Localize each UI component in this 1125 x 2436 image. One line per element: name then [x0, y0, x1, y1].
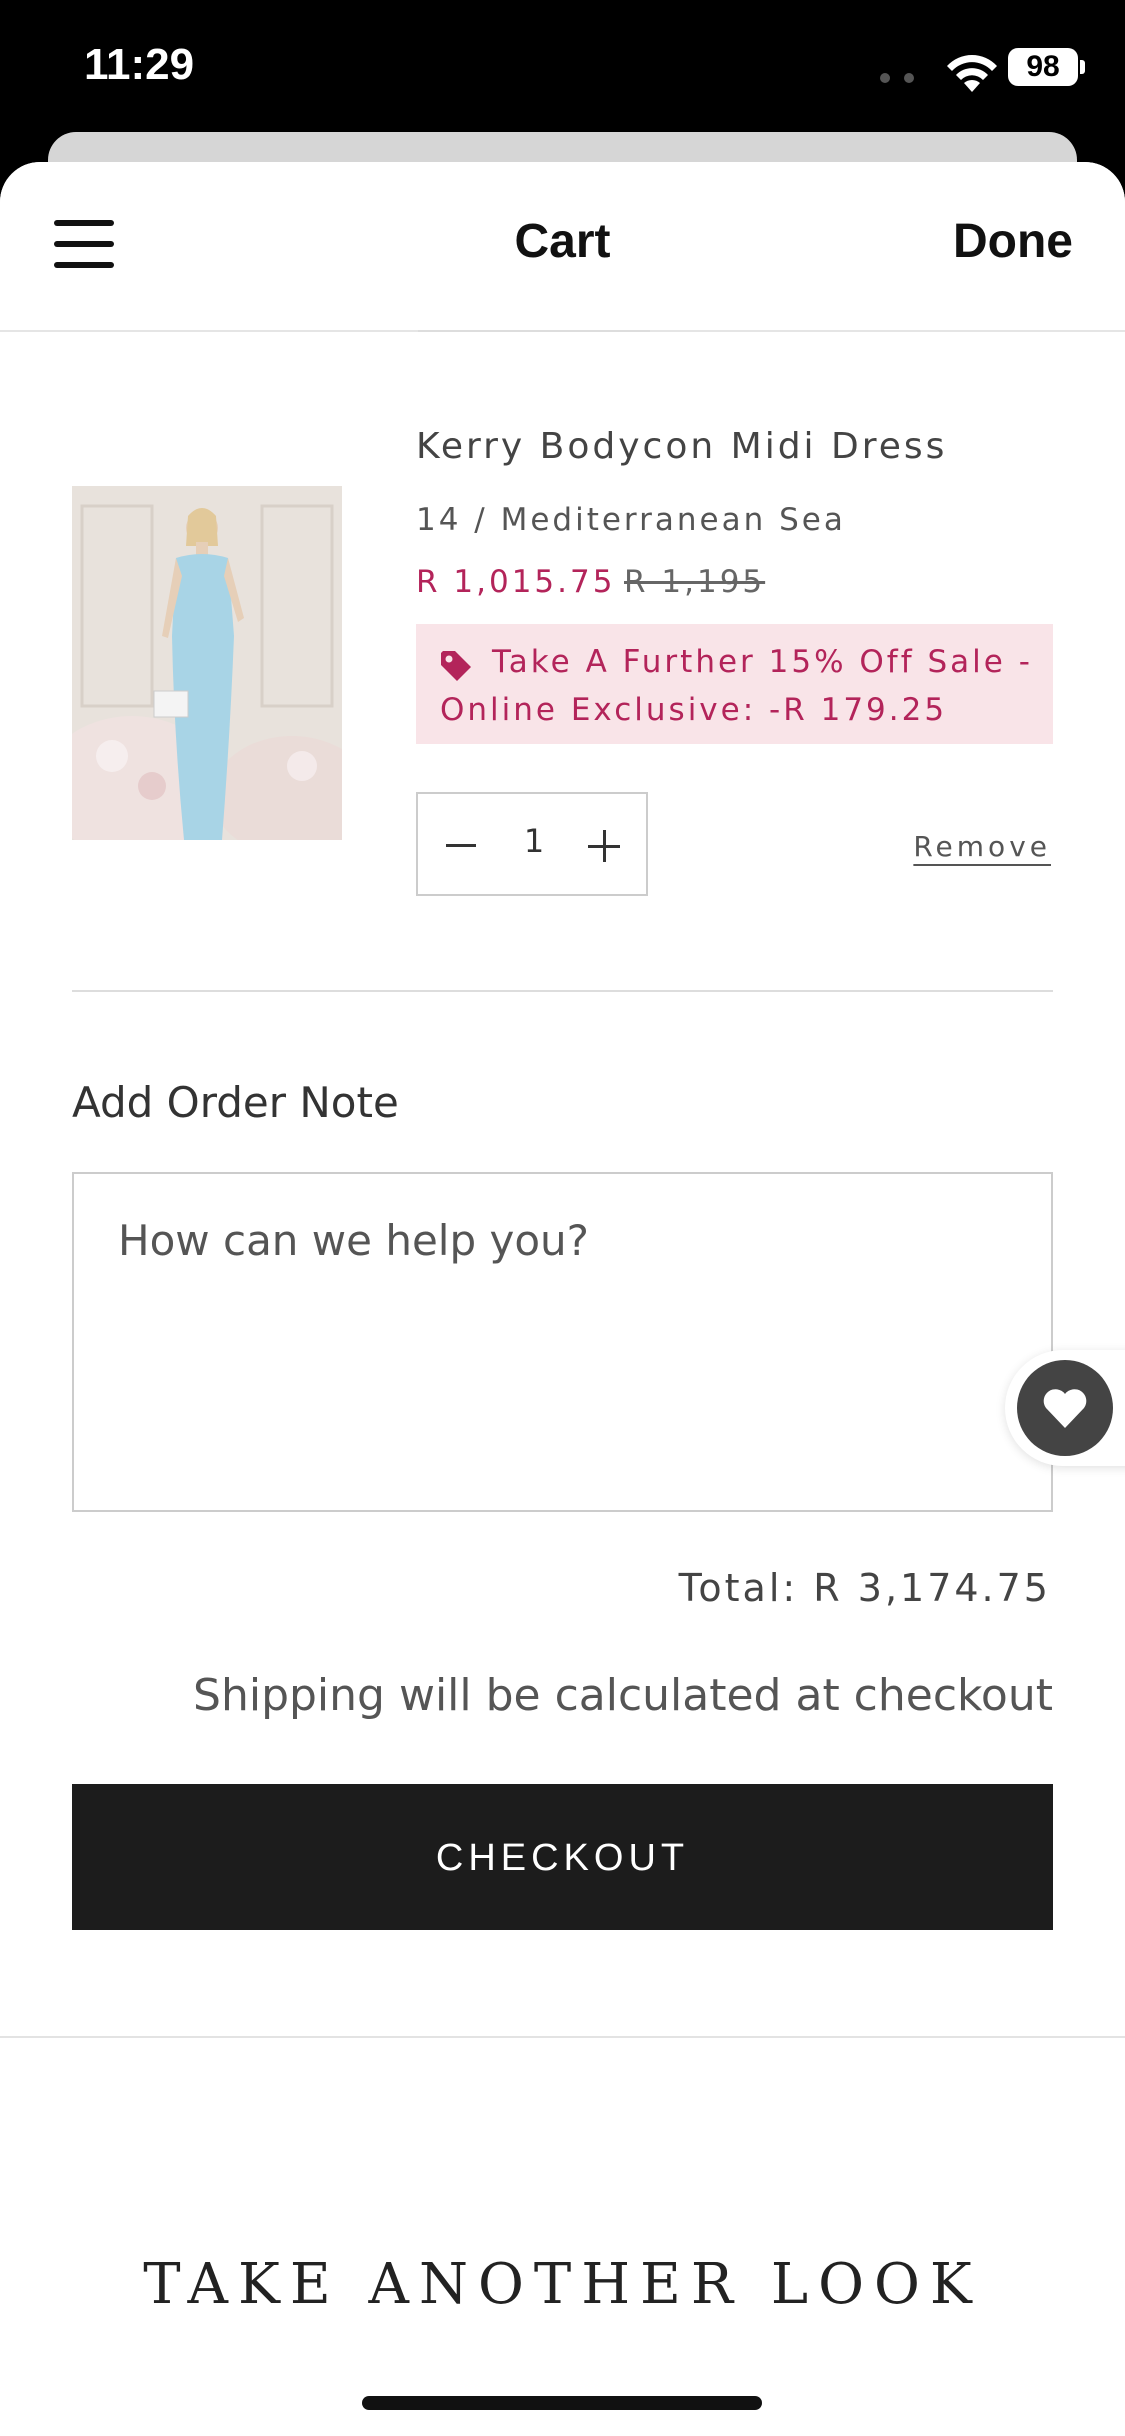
- heart-icon: [1043, 1389, 1087, 1428]
- checkout-button[interactable]: CHECKOUT: [72, 1784, 1053, 1930]
- product-variant: 14 / Mediterranean Sea: [416, 502, 846, 538]
- signal-icon: [880, 68, 928, 87]
- original-price: R 1,195: [624, 564, 766, 600]
- battery-nub: [1080, 60, 1085, 74]
- order-note-field[interactable]: How can we help you?: [72, 1172, 1053, 1512]
- cart-header: Cart Done: [0, 162, 1125, 332]
- shipping-note: Shipping will be calculated at checkout: [193, 1670, 1053, 1721]
- quantity-stepper: 1: [416, 792, 648, 896]
- done-button[interactable]: Done: [953, 214, 1073, 269]
- plus-icon[interactable]: [588, 830, 620, 862]
- status-time: 11:29: [84, 40, 195, 89]
- cart-total: Total: R 3,174.75: [678, 1566, 1051, 1610]
- product-image[interactable]: [72, 486, 342, 840]
- order-note-placeholder: How can we help you?: [118, 1216, 589, 1265]
- minus-icon[interactable]: [446, 844, 476, 847]
- discount-badge: Take A Further 15% Off Sale - Online Exc…: [416, 624, 1053, 744]
- home-indicator[interactable]: [362, 2396, 762, 2410]
- recommendations-heading: TAKE ANOTHER LOOK: [143, 2252, 982, 2317]
- discount-text: Take A Further 15% Off Sale - Online Exc…: [440, 644, 1033, 728]
- order-note-label: Add Order Note: [72, 1078, 399, 1127]
- wishlist-button[interactable]: [1017, 1360, 1113, 1456]
- previous-item-edge: [418, 330, 650, 332]
- battery-icon: 98: [1008, 48, 1078, 86]
- divider: [72, 990, 1053, 992]
- remove-button[interactable]: Remove: [913, 830, 1051, 863]
- sale-price: R 1,015.75: [416, 564, 616, 600]
- status-bar: 11:29 98: [0, 0, 1125, 130]
- product-name[interactable]: Kerry Bodycon Midi Dress: [416, 426, 947, 467]
- wishlist-tab[interactable]: [1005, 1350, 1125, 1466]
- quantity-value[interactable]: 1: [514, 822, 554, 860]
- section-divider: [0, 2036, 1125, 2038]
- cart-sheet: Cart Done Kerry Bodycon Midi Dress 14 / …: [0, 162, 1125, 2436]
- wifi-icon: [947, 55, 997, 92]
